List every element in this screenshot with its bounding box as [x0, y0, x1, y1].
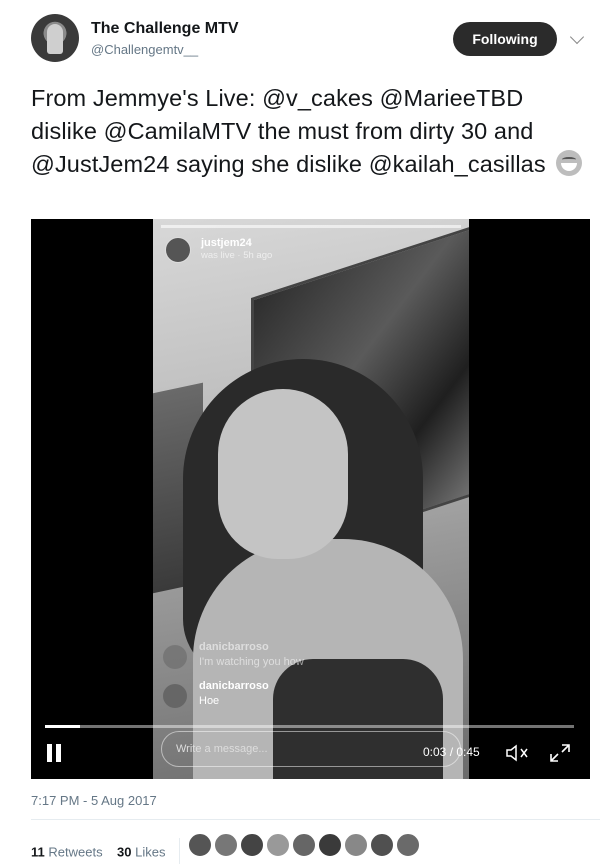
liker-avatar[interactable]: [317, 832, 343, 858]
tweet-timestamp[interactable]: 7:17 PM - 5 Aug 2017: [31, 793, 157, 808]
chevron-down-icon[interactable]: [569, 29, 585, 45]
tears-of-joy-emoji-icon: [556, 150, 583, 176]
ig-avatar: [165, 237, 191, 263]
tweet-header: The Challenge MTV @Challengemtv__ Follow…: [31, 14, 600, 66]
author-name[interactable]: The Challenge MTV: [91, 20, 239, 38]
scrubber-fill: [45, 725, 81, 728]
author-handle[interactable]: @Challengemtv__: [91, 42, 198, 57]
video-timecode: 0:03 / 0:45: [423, 745, 480, 759]
liker-avatar[interactable]: [343, 832, 369, 858]
liker-avatar[interactable]: [239, 832, 265, 858]
author-avatar[interactable]: [31, 14, 79, 62]
tweet-stats: 11 Retweets 30 Likes: [31, 838, 192, 864]
retweet-label[interactable]: Retweets: [48, 844, 102, 859]
retweet-count[interactable]: 11: [31, 844, 45, 859]
liker-avatar[interactable]: [213, 832, 239, 858]
following-button[interactable]: Following: [453, 22, 557, 56]
ig-username: justjem24: [201, 237, 252, 249]
video-frame: justjem24 was live · 5h ago danicbarroso…: [153, 219, 469, 779]
liker-avatar[interactable]: [395, 832, 421, 858]
comment-text: Hoe: [199, 695, 220, 707]
like-label[interactable]: Likes: [135, 844, 165, 859]
pause-icon[interactable]: [45, 744, 63, 762]
volume-muted-icon[interactable]: [505, 743, 533, 763]
tweet-body: From Jemmye's Live: @v_cakes @MarieeTBD …: [31, 85, 546, 177]
divider: [31, 819, 600, 820]
message-input[interactable]: Write a message...: [161, 731, 461, 767]
liker-avatar[interactable]: [369, 832, 395, 858]
fullscreen-icon[interactable]: [549, 743, 571, 763]
video-subject: [163, 359, 463, 779]
tweet-text: From Jemmye's Live: @v_cakes @MarieeTBD …: [31, 82, 591, 181]
message-placeholder: Write a message...: [176, 743, 268, 755]
video-scrubber[interactable]: [45, 725, 574, 728]
stats-separator: [179, 838, 181, 864]
comment-avatar: [163, 684, 187, 708]
live-comment: danicbarroso Hoe: [163, 680, 453, 716]
like-count[interactable]: 30: [117, 844, 131, 859]
story-progress-strip: [161, 225, 461, 228]
comment-user: danicbarroso: [199, 641, 269, 653]
liker-avatar[interactable]: [291, 832, 317, 858]
ig-live-status: was live · 5h ago: [201, 250, 273, 261]
live-comment: danicbarroso I'm watching you how: [163, 641, 453, 677]
time-total: 0:45: [456, 745, 480, 759]
time-current: 0:03: [423, 745, 447, 759]
comment-text: I'm watching you how: [199, 656, 304, 668]
liker-avatar[interactable]: [187, 832, 213, 858]
liker-avatar[interactable]: [265, 832, 291, 858]
comment-user: danicbarroso: [199, 680, 269, 692]
video-player[interactable]: justjem24 was live · 5h ago danicbarroso…: [31, 219, 590, 779]
comment-avatar: [163, 645, 187, 669]
